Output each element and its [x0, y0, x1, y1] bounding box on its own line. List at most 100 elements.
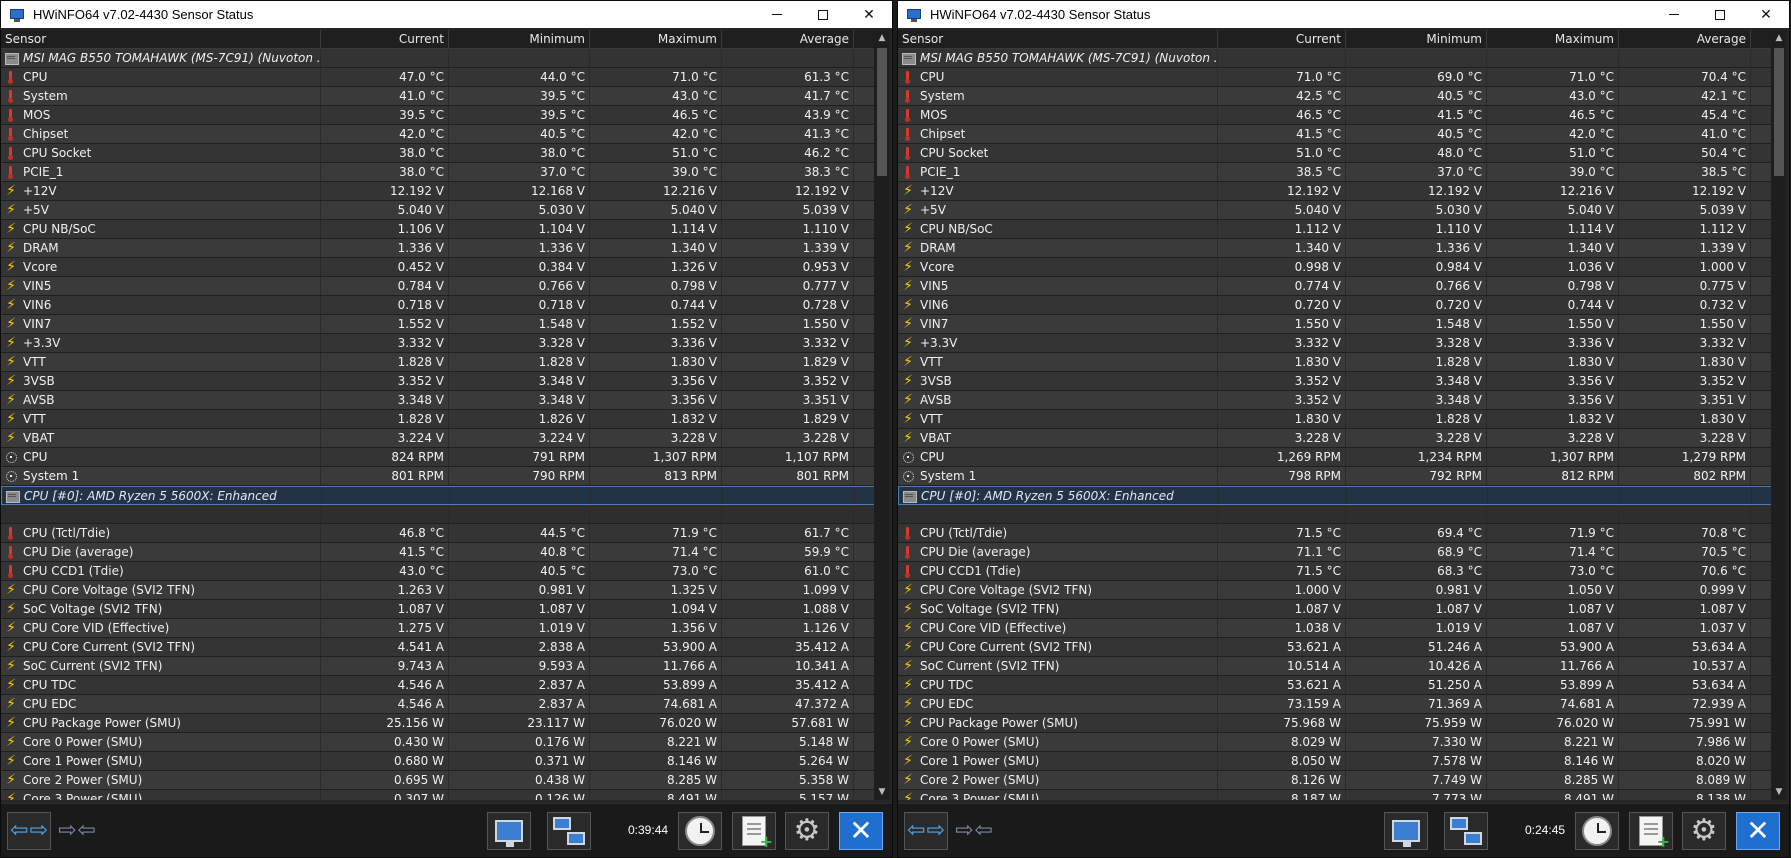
column-header-average[interactable]: Average — [1619, 30, 1751, 48]
sensor-row[interactable]: ⚡ DRAM 1.340 V 1.336 V 1.340 V 1.339 V — [898, 239, 1773, 258]
logging-button[interactable]: + — [732, 812, 776, 851]
sensor-row[interactable]: ⚡ VTT 1.830 V 1.828 V 1.832 V 1.830 V — [898, 410, 1773, 429]
network-button[interactable] — [1444, 812, 1488, 850]
sensor-row[interactable]: ⚡ Vcore 0.452 V 0.384 V 1.326 V 0.953 V — [1, 258, 876, 277]
sensor-row[interactable]: ⚡ SoC Current (SVI2 TFN) 9.743 A 9.593 A 11.… — [1, 657, 876, 676]
scroll-down-button[interactable]: ▼ — [1771, 784, 1787, 800]
sensor-row[interactable]: ⚡ SoC Voltage (SVI2 TFN) 1.087 V 1.087 V 1.0… — [1, 600, 876, 619]
sensor-row[interactable]: CPU (Tctl/Tdie) 71.5 °C 69.4 °C 71.9 °C 70.8… — [898, 524, 1773, 543]
sensor-group-row[interactable]: MSI MAG B550 TOMAHAWK (MS-7C91) (Nuvoton… — [1, 49, 876, 68]
sensor-row[interactable] — [1, 505, 876, 524]
sensor-row[interactable]: ⚡ CPU Core Voltage (SVI2 TFN) 1.000 V 0.981… — [898, 581, 1773, 600]
sensor-row[interactable]: ⚡ 3VSB 3.352 V 3.348 V 3.356 V 3.352 V — [898, 372, 1773, 391]
title-bar[interactable]: HWiNFO64 v7.02-4430 Sensor Status ✕ — [1, 1, 892, 28]
close-sensors-button[interactable]: ✕ — [1736, 812, 1780, 850]
sensor-row[interactable]: Chipset 41.5 °C 40.5 °C 42.0 °C 41.0 °C — [898, 125, 1773, 144]
sensor-row[interactable]: ⚡ CPU EDC 4.546 A 2.837 A 74.681 A 47.372 A — [1, 695, 876, 714]
sensor-row[interactable]: ⚡ Core 0 Power (SMU) 8.029 W 7.330 W 8.221 W… — [898, 733, 1773, 752]
sensor-row[interactable]: ⚡ Core 3 Power (SMU) 8.187 W 7.773 W 8.491 W… — [898, 790, 1773, 800]
settings-button[interactable]: ⚙ — [1682, 812, 1726, 850]
sensor-row[interactable]: System 1 801 RPM 790 RPM 813 RPM 801 RPM — [1, 467, 876, 486]
sensor-group-row[interactable]: MSI MAG B550 TOMAHAWK (MS-7C91) (Nuvoton… — [898, 49, 1773, 68]
sensor-row[interactable]: ⚡ AVSB 3.352 V 3.348 V 3.356 V 3.351 V — [898, 391, 1773, 410]
sensor-row[interactable]: ⚡ VIN7 1.550 V 1.548 V 1.550 V 1.550 V — [898, 315, 1773, 334]
logging-button[interactable]: + — [1629, 812, 1673, 851]
sensor-group-row[interactable]: CPU [#0]: AMD Ryzen 5 5600X: Enhanced — [898, 486, 1773, 505]
sensor-row[interactable]: ⚡ +12V 12.192 V 12.192 V 12.216 V 12.192 V — [898, 182, 1773, 201]
sensor-row[interactable]: ⚡ DRAM 1.336 V 1.336 V 1.340 V 1.339 V — [1, 239, 876, 258]
reset-clock-button[interactable] — [678, 812, 722, 850]
sensor-row[interactable]: ⚡ Core 1 Power (SMU) 0.680 W 0.371 W 8.146 W… — [1, 752, 876, 771]
sensor-row[interactable]: ⚡ +5V 5.040 V 5.030 V 5.040 V 5.039 V — [898, 201, 1773, 220]
sensor-row[interactable]: PCIE_1 38.5 °C 37.0 °C 39.0 °C 38.5 °C — [898, 163, 1773, 182]
sensor-row[interactable]: ⚡ VIN7 1.552 V 1.548 V 1.552 V 1.550 V — [1, 315, 876, 334]
sensor-row[interactable]: ⚡ CPU Package Power (SMU) 75.968 W 75.959 W… — [898, 714, 1773, 733]
sensor-row[interactable]: ⚡ AVSB 3.348 V 3.348 V 3.356 V 3.351 V — [1, 391, 876, 410]
sensor-row[interactable]: ⚡ +3.3V 3.332 V 3.328 V 3.336 V 3.332 V — [898, 334, 1773, 353]
network-button[interactable] — [547, 812, 591, 850]
maximize-button[interactable] — [1697, 1, 1743, 28]
sensor-row[interactable]: CPU 71.0 °C 69.0 °C 71.0 °C 70.4 °C — [898, 68, 1773, 87]
close-window-button[interactable]: ✕ — [846, 1, 892, 28]
sensor-row[interactable]: ⚡ CPU EDC 73.159 A 71.369 A 74.681 A 72.939 A — [898, 695, 1773, 714]
sensor-row[interactable]: Chipset 42.0 °C 40.5 °C 42.0 °C 41.3 °C — [1, 125, 876, 144]
sensor-row[interactable]: ⚡ Core 0 Power (SMU) 0.430 W 0.176 W 8.221 W… — [1, 733, 876, 752]
column-header-average[interactable]: Average — [722, 30, 854, 48]
sensor-row[interactable]: ⚡ CPU TDC 53.621 A 51.250 A 53.899 A 53.634 A — [898, 676, 1773, 695]
title-bar[interactable]: HWiNFO64 v7.02-4430 Sensor Status ✕ — [898, 1, 1789, 28]
sensor-row[interactable]: CPU 47.0 °C 44.0 °C 71.0 °C 61.3 °C — [1, 68, 876, 87]
sensor-row[interactable]: ⚡ CPU Core VID (Effective) 1.275 V 1.019 V1… — [1, 619, 876, 638]
settings-button[interactable]: ⚙ — [785, 812, 829, 850]
sensor-row[interactable]: ⚡ +12V 12.192 V 12.168 V 12.216 V 12.192 V — [1, 182, 876, 201]
sensor-row[interactable]: ⚡ SoC Current (SVI2 TFN) 10.514 A 10.426 A1… — [898, 657, 1773, 676]
vertical-scrollbar[interactable]: ▲ ▼ — [1771, 30, 1787, 800]
expand-collapse-button[interactable]: ⇦ ⇨ — [904, 812, 948, 850]
scroll-thumb[interactable] — [1774, 48, 1784, 176]
sensor-row[interactable]: ⚡ VIN5 0.774 V 0.766 V 0.798 V 0.775 V — [898, 277, 1773, 296]
maximize-button[interactable] — [800, 1, 846, 28]
sensor-row[interactable]: ⚡ +5V 5.040 V 5.030 V 5.040 V 5.039 V — [1, 201, 876, 220]
sensor-row[interactable]: ⚡ SoC Voltage (SVI2 TFN) 1.087 V 1.087 V 1.0… — [898, 600, 1773, 619]
column-header-current[interactable]: Current — [1218, 30, 1346, 48]
sensor-display-button[interactable] — [487, 812, 531, 850]
sensor-row[interactable]: ⚡ Core 1 Power (SMU) 8.050 W 7.578 W 8.146 W… — [898, 752, 1773, 771]
sensor-row[interactable]: PCIE_1 38.0 °C 37.0 °C 39.0 °C 38.3 °C — [1, 163, 876, 182]
column-header-maximum[interactable]: Maximum — [590, 30, 722, 48]
sensor-row[interactable]: MOS 39.5 °C 39.5 °C 46.5 °C 43.9 °C — [1, 106, 876, 125]
sensor-row[interactable]: ⚡ CPU Core Current (SVI2 TFN) 4.541 A 2.838… — [1, 638, 876, 657]
sensor-row[interactable]: ⚡ VIN5 0.784 V 0.766 V 0.798 V 0.777 V — [1, 277, 876, 296]
sensor-row[interactable] — [898, 505, 1773, 524]
sensor-row[interactable]: ⚡ VIN6 0.718 V 0.718 V 0.744 V 0.728 V — [1, 296, 876, 315]
sensor-row[interactable]: CPU CCD1 (Tdie) 71.5 °C 68.3 °C 73.0 °C 70.6… — [898, 562, 1773, 581]
sensor-row[interactable]: CPU (Tctl/Tdie) 46.8 °C 44.5 °C 71.9 °C 61.7… — [1, 524, 876, 543]
sensor-row[interactable]: ⚡ VTT 1.830 V 1.828 V 1.830 V 1.830 V — [898, 353, 1773, 372]
sensor-row[interactable]: CPU Socket 51.0 °C 48.0 °C 51.0 °C 50.4 °C — [898, 144, 1773, 163]
column-header-current[interactable]: Current — [321, 30, 449, 48]
sensor-row[interactable]: CPU 824 RPM 791 RPM 1,307 RPM 1,107 RPM — [1, 448, 876, 467]
minimize-button[interactable] — [754, 1, 800, 28]
sensor-row[interactable]: ⚡ Core 2 Power (SMU) 0.695 W 0.438 W 8.285 W… — [1, 771, 876, 790]
sensor-row[interactable]: ⚡ CPU NB/SoC 1.112 V 1.110 V 1.114 V 1.112 V — [898, 220, 1773, 239]
sensor-row[interactable]: ⚡ 3VSB 3.352 V 3.348 V 3.356 V 3.352 V — [1, 372, 876, 391]
collapse-button[interactable]: ⇨ ⇦ — [55, 812, 99, 850]
sensor-row[interactable]: ⚡ +3.3V 3.332 V 3.328 V 3.336 V 3.332 V — [1, 334, 876, 353]
sensor-row[interactable]: ⚡ CPU Package Power (SMU) 25.156 W 23.117 W… — [1, 714, 876, 733]
sensor-row[interactable]: CPU 1,269 RPM 1,234 RPM 1,307 RPM 1,279 RPM — [898, 448, 1773, 467]
column-header-minimum[interactable]: Minimum — [449, 30, 590, 48]
sensor-row[interactable]: CPU Die (average) 41.5 °C 40.8 °C 71.4 °C 59… — [1, 543, 876, 562]
sensor-row[interactable]: System 1 798 RPM 792 RPM 812 RPM 802 RPM — [898, 467, 1773, 486]
minimize-button[interactable] — [1651, 1, 1697, 28]
sensor-display-button[interactable] — [1384, 812, 1428, 850]
collapse-button[interactable]: ⇨ ⇦ — [952, 812, 996, 850]
sensor-row[interactable]: ⚡ VIN6 0.720 V 0.720 V 0.744 V 0.732 V — [898, 296, 1773, 315]
sensor-row[interactable]: ⚡ Core 2 Power (SMU) 8.126 W 7.749 W 8.285 W… — [898, 771, 1773, 790]
column-header-sensor[interactable]: Sensor — [1, 30, 321, 48]
scroll-down-button[interactable]: ▼ — [874, 784, 890, 800]
sensor-row[interactable]: MOS 46.5 °C 41.5 °C 46.5 °C 45.4 °C — [898, 106, 1773, 125]
reset-clock-button[interactable] — [1575, 812, 1619, 850]
sensor-row[interactable]: System 41.0 °C 39.5 °C 43.0 °C 41.7 °C — [1, 87, 876, 106]
sensor-row[interactable]: CPU Die (average) 71.1 °C 68.9 °C 71.4 °C 70… — [898, 543, 1773, 562]
sensor-row[interactable]: ⚡ CPU Core VID (Effective) 1.038 V 1.019 V1… — [898, 619, 1773, 638]
sensor-row[interactable]: ⚡ VTT 1.828 V 1.826 V 1.832 V 1.829 V — [1, 410, 876, 429]
sensor-row[interactable]: ⚡ CPU NB/SoC 1.106 V 1.104 V 1.114 V 1.110 V — [1, 220, 876, 239]
